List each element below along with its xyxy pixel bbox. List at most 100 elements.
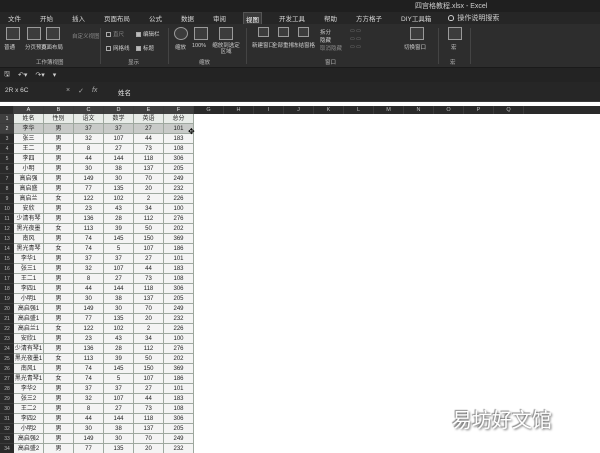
row-header-6[interactable]: 6 <box>0 164 14 174</box>
table-cell[interactable]: 李四1 <box>14 284 44 294</box>
formula-bar-checkbox[interactable]: 编辑栏 <box>136 30 160 38</box>
table-cell[interactable]: 44 <box>74 154 104 164</box>
table-cell[interactable]: 44 <box>74 284 104 294</box>
table-cell[interactable]: 男 <box>44 424 74 434</box>
table-cell[interactable]: 276 <box>164 214 194 224</box>
table-cell[interactable]: 黑光夜墨 <box>14 224 44 234</box>
freeze-panes-icon[interactable] <box>298 27 309 37</box>
normal-view-icon[interactable] <box>6 27 20 40</box>
table-cell[interactable]: 男 <box>44 144 74 154</box>
table-cell[interactable]: 113 <box>74 224 104 234</box>
table-cell[interactable]: 南风1 <box>14 364 44 374</box>
table-cell[interactable]: 50 <box>134 224 164 234</box>
column-header-h[interactable]: H <box>224 106 254 114</box>
table-cell[interactable]: 女 <box>44 374 74 384</box>
table-cell[interactable]: 5 <box>104 244 134 254</box>
table-cell[interactable]: 205 <box>164 164 194 174</box>
table-cell[interactable]: 23 <box>74 204 104 214</box>
zoom-100-icon[interactable] <box>194 27 208 40</box>
table-cell[interactable]: 37 <box>74 124 104 134</box>
table-cell[interactable]: 43 <box>104 334 134 344</box>
table-cell[interactable]: 70 <box>134 434 164 444</box>
table-cell[interactable]: 27 <box>104 144 134 154</box>
table-cell[interactable]: 113 <box>74 354 104 364</box>
tab-11[interactable]: DIY工具箱 <box>399 12 433 24</box>
table-cell[interactable]: 232 <box>164 184 194 194</box>
zoom-100-button[interactable]: 100% <box>192 43 206 49</box>
row-header-29[interactable]: 29 <box>0 394 14 404</box>
column-title-cell[interactable]: 姓名 <box>14 114 44 124</box>
table-cell[interactable]: 20 <box>134 314 164 324</box>
table-cell[interactable]: 306 <box>164 414 194 424</box>
row-header-30[interactable]: 30 <box>0 404 14 414</box>
table-cell[interactable]: 李四 <box>14 154 44 164</box>
table-cell[interactable]: 74 <box>74 374 104 384</box>
hide-button[interactable]: 隐藏 <box>320 36 331 44</box>
column-header-f[interactable]: F <box>164 106 194 114</box>
table-cell[interactable]: 20 <box>134 184 164 194</box>
table-cell[interactable]: 2 <box>134 194 164 204</box>
table-cell[interactable]: 70 <box>134 174 164 184</box>
table-cell[interactable]: 306 <box>164 154 194 164</box>
row-header-21[interactable]: 21 <box>0 314 14 324</box>
table-cell[interactable]: 37 <box>104 124 134 134</box>
row-header-3[interactable]: 3 <box>0 134 14 144</box>
zoom-to-selection-icon[interactable] <box>219 27 233 40</box>
table-cell[interactable]: 黑光青琴1 <box>14 374 44 384</box>
table-cell[interactable]: 112 <box>134 214 164 224</box>
column-header-g[interactable]: G <box>194 106 224 114</box>
row-header-17[interactable]: 17 <box>0 274 14 284</box>
table-cell[interactable]: 101 <box>164 254 194 264</box>
column-header-c[interactable]: C <box>74 106 104 114</box>
table-cell[interactable]: 44 <box>134 264 164 274</box>
cancel-icon[interactable]: × <box>66 87 70 95</box>
headings-checkbox[interactable]: 标题 <box>136 44 154 52</box>
table-cell[interactable]: 李四2 <box>14 414 44 424</box>
table-cell[interactable]: 107 <box>104 264 134 274</box>
table-cell[interactable]: 73 <box>134 404 164 414</box>
page-layout-button[interactable]: 页面布局 <box>41 43 63 51</box>
table-cell[interactable]: 李华 <box>14 124 44 134</box>
table-cell[interactable]: 20 <box>134 444 164 453</box>
table-cell[interactable]: 男 <box>44 124 74 134</box>
table-cell[interactable]: 38 <box>104 294 134 304</box>
custom-views-button[interactable]: 自定义视图 <box>72 32 100 40</box>
table-cell[interactable]: 女 <box>44 354 74 364</box>
reset-window-button[interactable]: ▭ ▭ <box>350 44 361 50</box>
row-header-8[interactable]: 8 <box>0 184 14 194</box>
page-break-preview-icon[interactable] <box>27 27 41 40</box>
name-box[interactable]: 2R x 6C <box>3 87 61 98</box>
freeze-panes-button[interactable]: 冻结窗格 <box>293 41 315 49</box>
table-cell[interactable]: 李华2 <box>14 384 44 394</box>
row-header-28[interactable]: 28 <box>0 384 14 394</box>
table-cell[interactable]: 135 <box>104 444 134 453</box>
table-cell[interactable]: 男 <box>44 304 74 314</box>
table-cell[interactable]: 108 <box>164 274 194 284</box>
row-header-18[interactable]: 18 <box>0 284 14 294</box>
table-cell[interactable]: 男 <box>44 414 74 424</box>
table-cell[interactable]: 77 <box>74 314 104 324</box>
table-cell[interactable]: 女 <box>44 224 74 234</box>
table-cell[interactable]: 107 <box>104 394 134 404</box>
table-cell[interactable]: 男 <box>44 134 74 144</box>
table-cell[interactable]: 男 <box>44 364 74 374</box>
table-cell[interactable]: 小明1 <box>14 294 44 304</box>
table-cell[interactable]: 高启强2 <box>14 434 44 444</box>
table-cell[interactable]: 74 <box>74 364 104 374</box>
column-header-a[interactable]: A <box>14 106 44 114</box>
column-header-p[interactable]: P <box>464 106 494 114</box>
tab-9[interactable]: 帮助 <box>322 12 339 24</box>
table-cell[interactable]: 27 <box>134 254 164 264</box>
table-cell[interactable]: 112 <box>134 344 164 354</box>
table-cell[interactable]: 118 <box>134 284 164 294</box>
table-cell[interactable]: 23 <box>74 334 104 344</box>
table-cell[interactable]: 男 <box>44 204 74 214</box>
table-cell[interactable]: 276 <box>164 344 194 354</box>
tab-0[interactable]: 文件 <box>6 12 23 24</box>
arrange-all-icon[interactable] <box>278 27 289 37</box>
table-cell[interactable]: 37 <box>74 384 104 394</box>
table-cell[interactable]: 149 <box>74 304 104 314</box>
zoom-icon[interactable] <box>174 27 188 40</box>
unhide-button[interactable]: 取消隐藏 <box>320 44 342 52</box>
row-header-27[interactable]: 27 <box>0 374 14 384</box>
